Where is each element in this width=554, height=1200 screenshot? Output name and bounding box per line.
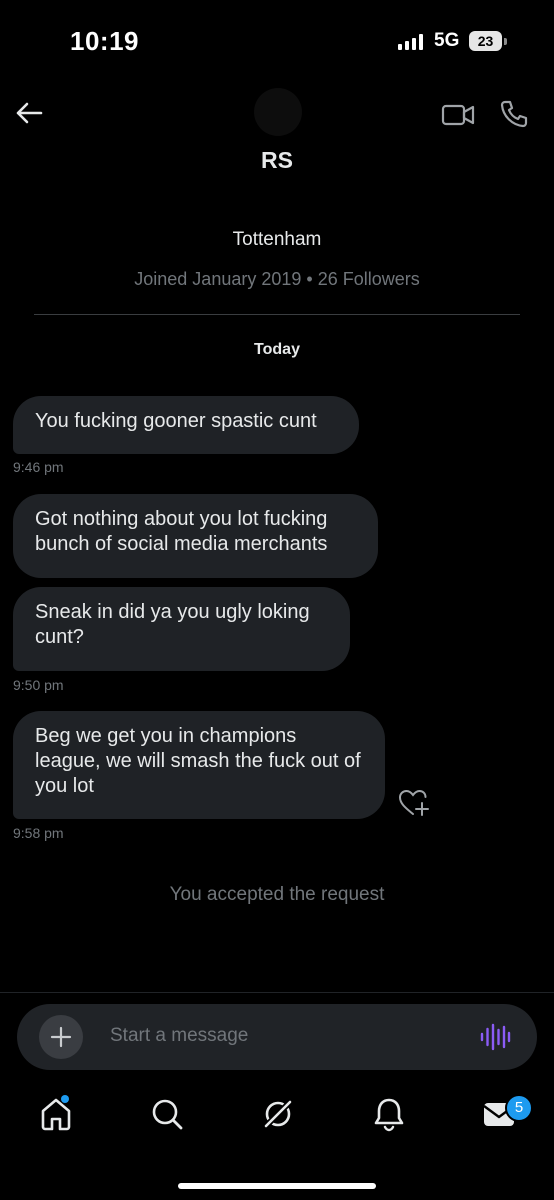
message-input[interactable]: Start a message [110, 1025, 248, 1047]
message-bubble[interactable]: Got nothing about you lot fucking bunch … [13, 494, 378, 578]
message-timestamp: 9:46 pm [13, 459, 64, 475]
profile-meta: Joined January 2019 • 26 Followers [134, 269, 420, 289]
battery-level: 23 [469, 31, 502, 51]
divider [34, 314, 520, 315]
message-timestamp: 9:50 pm [13, 677, 64, 693]
message-composer[interactable]: Start a message [17, 1004, 537, 1070]
message-bubble[interactable]: Sneak in did ya you ugly loking cunt? [13, 587, 350, 671]
add-reaction-icon[interactable] [397, 787, 431, 819]
back-button[interactable] [12, 96, 46, 130]
message-timestamp: 9:58 pm [13, 825, 64, 841]
video-camera-icon[interactable] [440, 100, 476, 130]
battery-tip [504, 38, 507, 45]
status-time: 10:19 [70, 26, 139, 56]
signal-strength-icon [398, 34, 423, 50]
add-media-button[interactable] [39, 1015, 83, 1059]
message-bubble[interactable]: Beg we get you in champions league, we w… [13, 711, 385, 819]
message-bubble[interactable]: You fucking gooner spastic cunt [13, 396, 359, 454]
status-bar: 10:19 5G 23 [0, 0, 554, 80]
notifications-icon[interactable] [369, 1094, 409, 1134]
contact-name: RS [261, 147, 293, 173]
phone-icon[interactable] [498, 98, 530, 130]
grok-icon[interactable] [258, 1094, 298, 1134]
home-notification-dot [61, 1095, 69, 1103]
messages-badge: 5 [505, 1094, 533, 1122]
battery-icon: 23 [469, 31, 507, 51]
home-indicator[interactable] [178, 1183, 376, 1189]
profile-bio: Tottenham [232, 229, 322, 250]
search-icon[interactable] [147, 1094, 187, 1134]
composer-divider [0, 992, 554, 993]
voice-message-icon[interactable] [479, 1022, 511, 1052]
network-type: 5G [434, 30, 460, 51]
avatar[interactable] [254, 88, 302, 136]
home-icon[interactable] [36, 1094, 76, 1134]
request-accepted-note: You accepted the request [169, 884, 385, 905]
day-label: Today [254, 341, 300, 358]
plus-icon [50, 1026, 72, 1048]
